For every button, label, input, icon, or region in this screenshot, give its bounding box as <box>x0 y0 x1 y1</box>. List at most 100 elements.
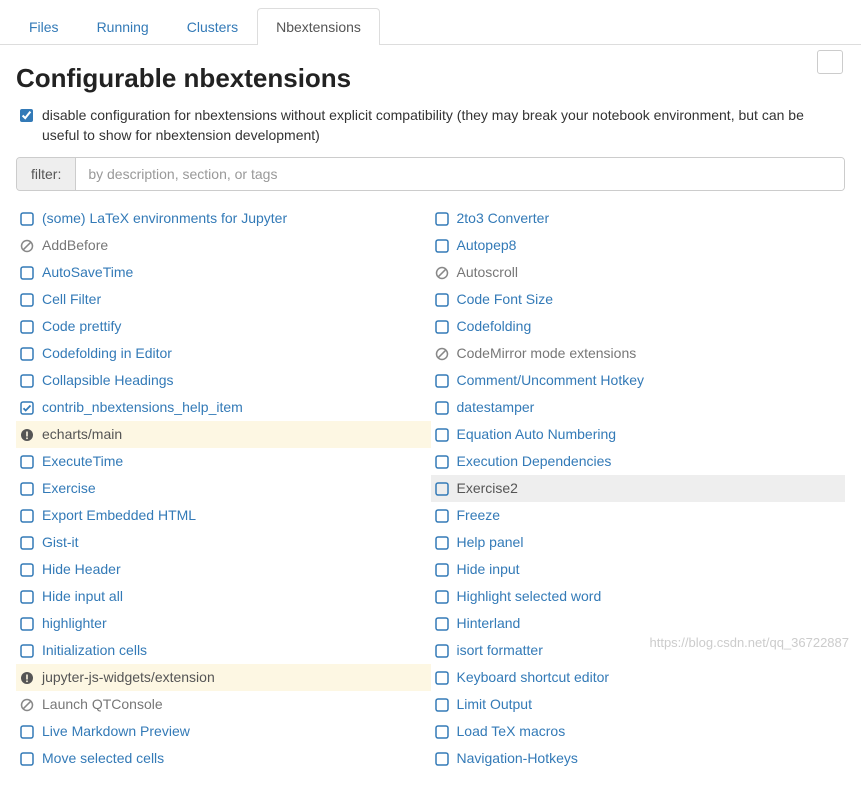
checkbox-unchecked-icon <box>435 590 449 604</box>
checkbox-unchecked-icon <box>435 536 449 550</box>
extension-item[interactable]: Freeze <box>431 502 846 529</box>
extension-label: Initialization cells <box>42 640 147 661</box>
compat-checkbox[interactable] <box>20 109 33 122</box>
tab-files[interactable]: Files <box>10 8 78 45</box>
forbidden-icon <box>20 698 34 712</box>
extension-item: Launch QTConsole <box>16 691 431 718</box>
checkbox-checked-icon <box>20 401 34 415</box>
checkbox-unchecked-icon <box>20 455 34 469</box>
extension-label: Execution Dependencies <box>457 451 612 472</box>
extension-label: Code Font Size <box>457 289 554 310</box>
extension-item[interactable]: Codefolding <box>431 313 846 340</box>
extension-label: echarts/main <box>42 424 122 445</box>
extension-label: Autopep8 <box>457 235 517 256</box>
extension-label: Hide Header <box>42 559 121 580</box>
extension-item[interactable]: Exercise <box>16 475 431 502</box>
extension-item[interactable]: Gist-it <box>16 529 431 556</box>
extension-item[interactable]: Keyboard shortcut editor <box>431 664 846 691</box>
extension-label: Load TeX macros <box>457 721 566 742</box>
checkbox-unchecked-icon <box>435 698 449 712</box>
extension-label: Equation Auto Numbering <box>457 424 617 445</box>
extension-item[interactable]: Hide Header <box>16 556 431 583</box>
tab-clusters[interactable]: Clusters <box>168 8 257 45</box>
extension-label: CodeMirror mode extensions <box>457 343 637 364</box>
extension-item[interactable]: datestamper <box>431 394 846 421</box>
extension-grid: (some) LaTeX environments for Jupyter2to… <box>16 205 845 772</box>
extension-label: Freeze <box>457 505 501 526</box>
extension-label: Live Markdown Preview <box>42 721 190 742</box>
extension-label: Export Embedded HTML <box>42 505 196 526</box>
extension-label: Code prettify <box>42 316 121 337</box>
extension-label: Highlight selected word <box>457 586 602 607</box>
extension-label: Collapsible Headings <box>42 370 174 391</box>
extension-item[interactable]: Code prettify <box>16 313 431 340</box>
extension-item[interactable]: Help panel <box>431 529 846 556</box>
extension-item[interactable]: Initialization cells <box>16 637 431 664</box>
extension-item[interactable]: jupyter-js-widgets/extension <box>16 664 431 691</box>
extension-item[interactable]: Equation Auto Numbering <box>431 421 846 448</box>
refresh-button[interactable] <box>817 50 843 74</box>
checkbox-unchecked-icon <box>20 752 34 766</box>
checkbox-unchecked-icon <box>435 428 449 442</box>
checkbox-unchecked-icon <box>20 725 34 739</box>
extension-item[interactable]: Move selected cells <box>16 745 431 772</box>
extension-item[interactable]: Collapsible Headings <box>16 367 431 394</box>
extension-label: Hide input <box>457 559 520 580</box>
extension-item[interactable]: Load TeX macros <box>431 718 846 745</box>
extension-item[interactable]: Codefolding in Editor <box>16 340 431 367</box>
extension-label: AddBefore <box>42 235 108 256</box>
extension-item[interactable]: Execution Dependencies <box>431 448 846 475</box>
extension-item[interactable]: isort formatter <box>431 637 846 664</box>
extension-item[interactable]: Cell Filter <box>16 286 431 313</box>
checkbox-unchecked-icon <box>20 590 34 604</box>
checkbox-unchecked-icon <box>435 563 449 577</box>
filter-input[interactable] <box>76 158 844 190</box>
filter-label: filter: <box>17 158 76 190</box>
extension-item[interactable]: Navigation-Hotkeys <box>431 745 846 772</box>
page-title: Configurable nbextensions <box>16 63 845 94</box>
extension-label: jupyter-js-widgets/extension <box>42 667 215 688</box>
extension-item[interactable]: Exercise2 <box>431 475 846 502</box>
info-icon <box>20 428 34 442</box>
extension-item[interactable]: (some) LaTeX environments for Jupyter <box>16 205 431 232</box>
compat-label: disable configuration for nbextensions w… <box>42 106 845 145</box>
checkbox-unchecked-icon <box>20 482 34 496</box>
extension-item[interactable]: highlighter <box>16 610 431 637</box>
forbidden-icon <box>435 266 449 280</box>
extension-item[interactable]: Limit Output <box>431 691 846 718</box>
extension-label: Move selected cells <box>42 748 164 769</box>
extension-item[interactable]: Export Embedded HTML <box>16 502 431 529</box>
checkbox-unchecked-icon <box>435 212 449 226</box>
forbidden-icon <box>20 239 34 253</box>
extension-label: AutoSaveTime <box>42 262 133 283</box>
extension-label: Cell Filter <box>42 289 101 310</box>
tab-nbextensions[interactable]: Nbextensions <box>257 8 380 45</box>
extension-label: datestamper <box>457 397 535 418</box>
extension-item[interactable]: Autopep8 <box>431 232 846 259</box>
extension-item[interactable]: Hide input all <box>16 583 431 610</box>
extension-item[interactable]: Hide input <box>431 556 846 583</box>
extension-label: Keyboard shortcut editor <box>457 667 610 688</box>
extension-item[interactable]: Code Font Size <box>431 286 846 313</box>
extension-item[interactable]: echarts/main <box>16 421 431 448</box>
extension-item[interactable]: Highlight selected word <box>431 583 846 610</box>
checkbox-unchecked-icon <box>435 617 449 631</box>
tab-running[interactable]: Running <box>78 8 168 45</box>
extension-item[interactable]: AutoSaveTime <box>16 259 431 286</box>
extension-label: Codefolding in Editor <box>42 343 172 364</box>
checkbox-unchecked-icon <box>20 320 34 334</box>
extension-item[interactable]: Hinterland <box>431 610 846 637</box>
extension-item[interactable]: Comment/Uncomment Hotkey <box>431 367 846 394</box>
checkbox-unchecked-icon <box>20 293 34 307</box>
extension-label: Exercise <box>42 478 96 499</box>
forbidden-icon <box>435 347 449 361</box>
checkbox-unchecked-icon <box>20 374 34 388</box>
extension-label: Navigation-Hotkeys <box>457 748 578 769</box>
extension-item[interactable]: 2to3 Converter <box>431 205 846 232</box>
extension-item[interactable]: contrib_nbextensions_help_item <box>16 394 431 421</box>
tab-bar: Files Running Clusters Nbextensions <box>0 8 861 45</box>
checkbox-unchecked-icon <box>20 266 34 280</box>
checkbox-unchecked-icon <box>435 293 449 307</box>
extension-item[interactable]: ExecuteTime <box>16 448 431 475</box>
extension-item[interactable]: Live Markdown Preview <box>16 718 431 745</box>
